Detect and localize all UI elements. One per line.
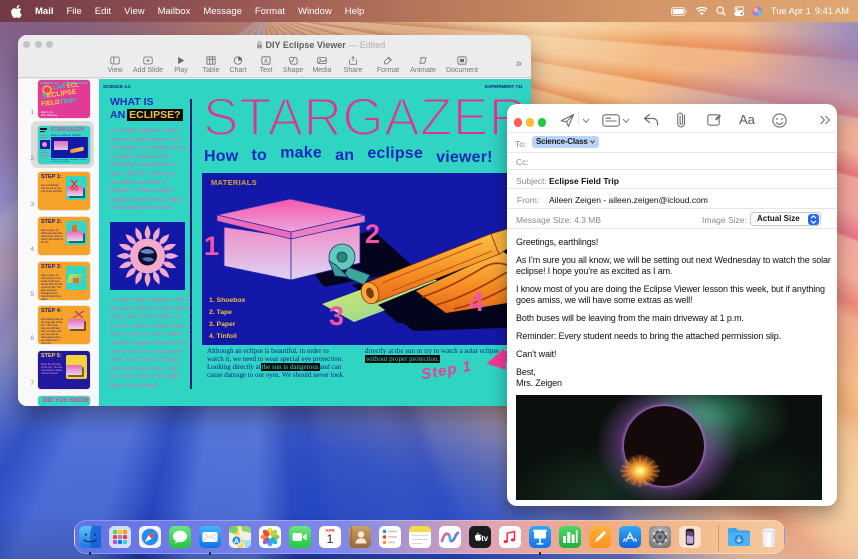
svg-text:3: 3 — [329, 301, 344, 331]
svg-text:2: 2 — [365, 219, 380, 249]
svg-text:tv: tv — [481, 534, 489, 543]
svg-text:A: A — [234, 537, 240, 546]
svg-text:A: A — [264, 59, 268, 65]
svg-text:1: 1 — [204, 231, 219, 261]
svg-text:4: 4 — [469, 287, 484, 317]
